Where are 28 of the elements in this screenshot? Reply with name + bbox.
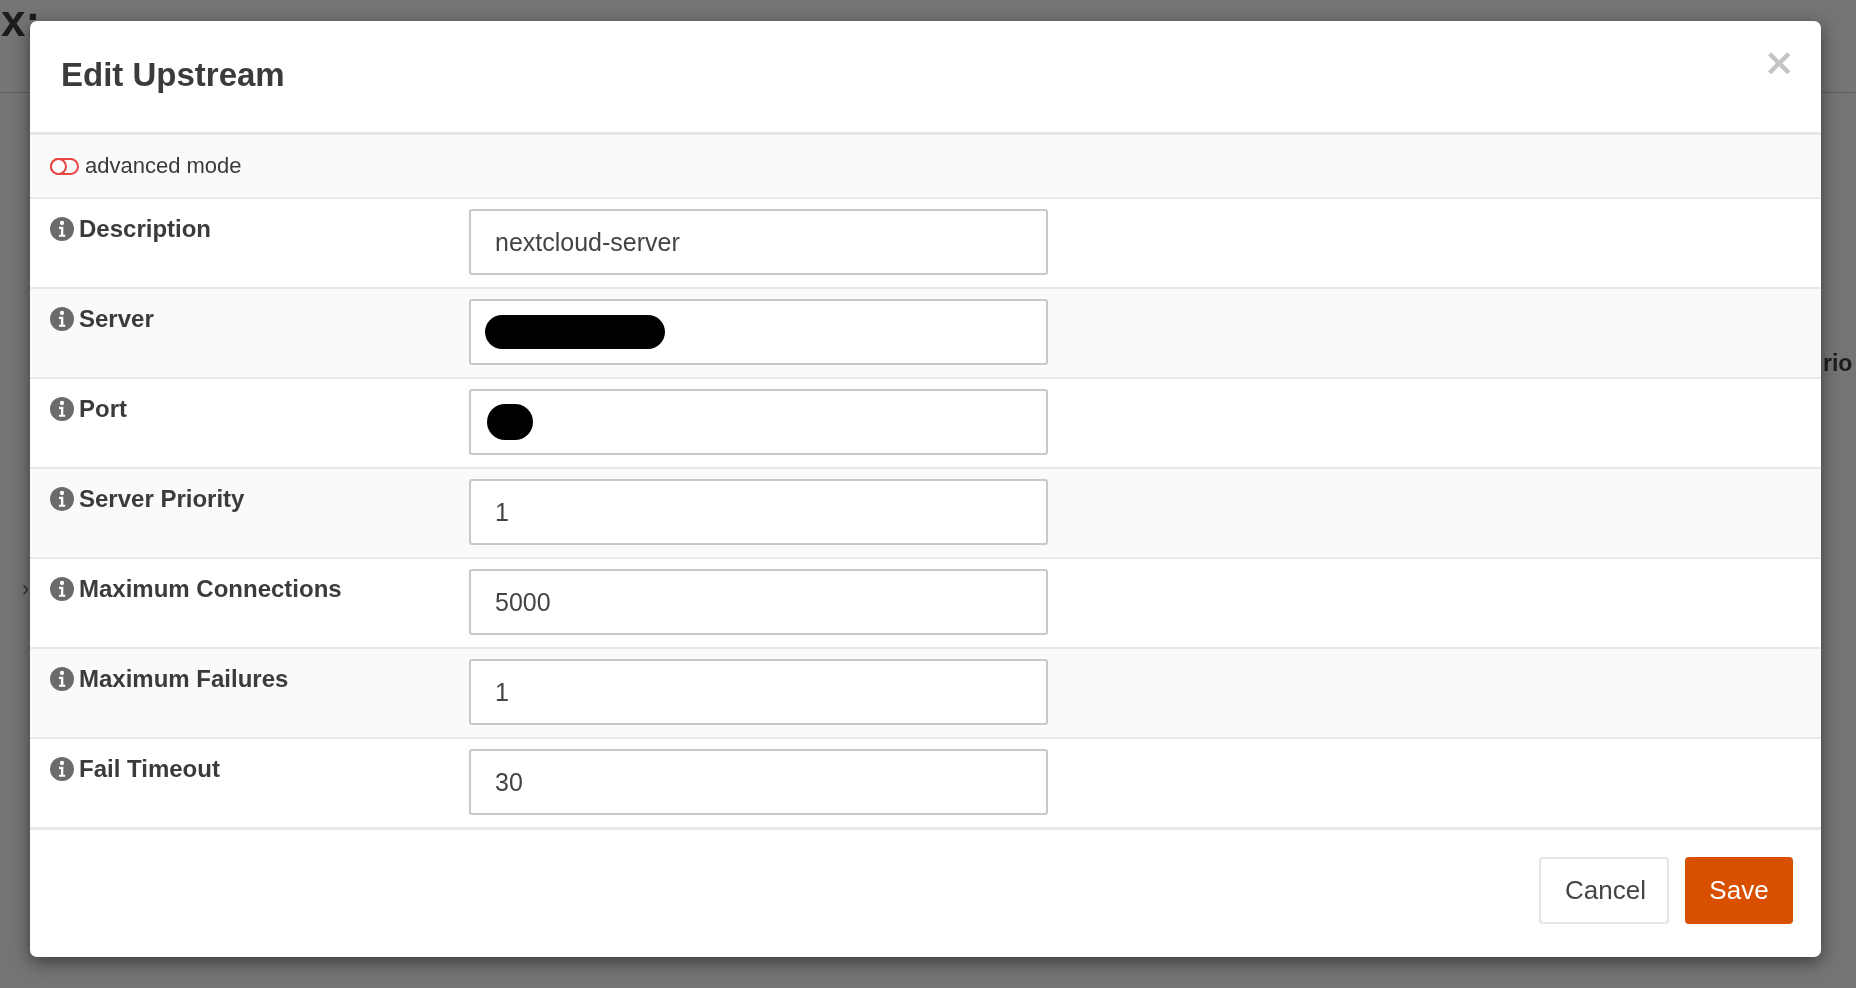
info-icon[interactable] [50, 397, 74, 421]
text-field[interactable]: 5000 [469, 569, 1048, 635]
text-field[interactable] [469, 299, 1048, 365]
text-field[interactable] [469, 389, 1048, 455]
info-icon[interactable] [50, 307, 74, 331]
field-label: Maximum Connections [79, 575, 342, 603]
text-field[interactable]: 1 [469, 659, 1048, 725]
info-icon[interactable] [50, 667, 74, 691]
toggle-switch[interactable] [50, 157, 79, 175]
field-label: Port [79, 395, 127, 423]
info-icon[interactable] [50, 487, 74, 511]
field-label: Server Priority [79, 485, 245, 513]
field-label: Maximum Failures [79, 665, 289, 693]
field-label: Description [79, 215, 212, 243]
dialog-title: Edit Upstream [61, 55, 285, 94]
info-icon[interactable] [50, 577, 74, 601]
text-field[interactable]: nextcloud-server [469, 209, 1048, 275]
text-field[interactable]: 30 [469, 749, 1048, 815]
toggle-label: advanced mode [85, 153, 242, 179]
field-label: Server [79, 305, 154, 333]
save-button[interactable]: Save [1685, 857, 1793, 924]
info-icon[interactable] [50, 757, 74, 781]
chevron: › [22, 576, 30, 602]
cancel-button[interactable]: Cancel [1539, 857, 1669, 924]
column-heading: rio [1823, 350, 1853, 377]
field-label: Fail Timeout [79, 755, 220, 783]
text-field[interactable]: 1 [469, 479, 1048, 545]
info-icon[interactable] [50, 217, 74, 241]
